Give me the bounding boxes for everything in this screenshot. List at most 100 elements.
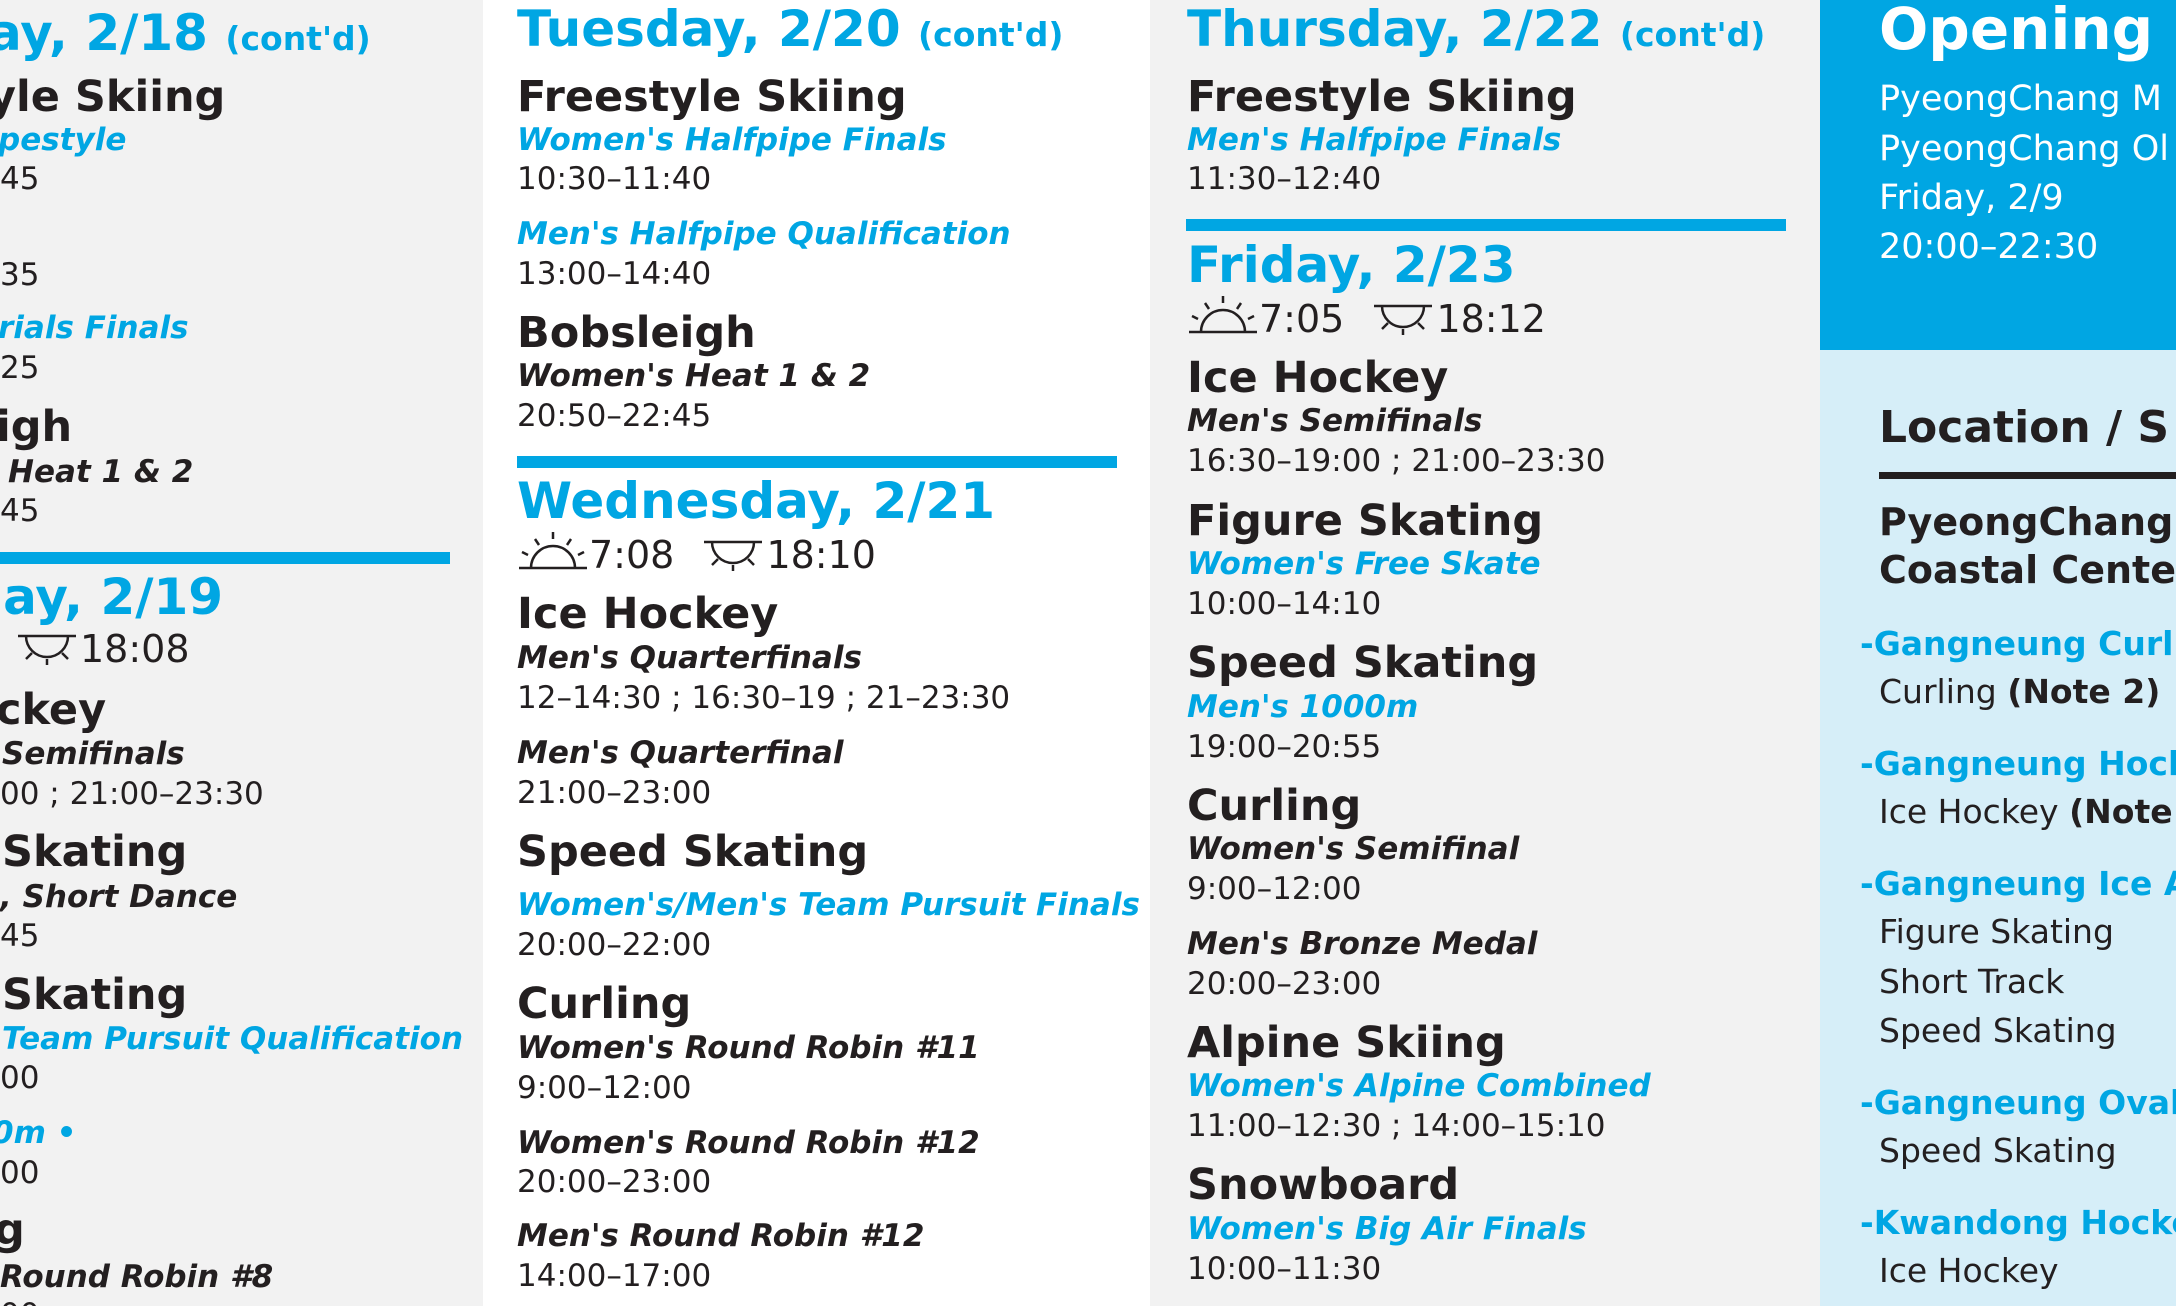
event-name: Team Pursuit Qualification — [2, 1021, 464, 1057]
venue-name: -Gangneung Curli — [1860, 624, 2176, 663]
cluster-name: PyeongChang — [1879, 500, 2174, 544]
sport-snowboard: Snowboard — [1187, 1160, 1460, 1210]
event-time: 14:00–17:00 — [517, 1258, 712, 1294]
sunset-row: 18:08 — [14, 626, 190, 672]
event-name: Women's Free Skate — [1187, 546, 1541, 582]
event-name: Men's Semifinals — [1187, 403, 1483, 439]
event-name: 0m • — [0, 1115, 77, 1151]
venue-name: -Gangneung Hock — [1860, 744, 2176, 783]
event-time: 00 — [0, 1295, 39, 1306]
event-time: 00 — [0, 1060, 40, 1096]
opening-venue-line: PyeongChang Ol — [1879, 129, 2170, 169]
event-name: Semifinals — [2, 736, 185, 772]
sport-freestyle-skiing: Freestyle Skiing — [517, 72, 907, 122]
event-name: Women's Halfpipe Finals — [517, 122, 947, 158]
event-time: 35 — [0, 257, 40, 293]
event-time: 00 ; 21:00–23:30 — [0, 776, 264, 812]
event-time: 20:00–23:00 — [517, 1164, 712, 1200]
event-time: 45 — [0, 161, 40, 197]
sunset-icon — [704, 540, 763, 571]
sunset-icon — [1374, 304, 1433, 335]
event-name: Men's Quarterfinals — [517, 640, 862, 676]
sunrise-icon — [1189, 296, 1257, 334]
event-name: Women's Big Air Finals — [1187, 1211, 1587, 1247]
event-time: 10:00–14:10 — [1187, 586, 1382, 622]
venue-sport: Figure Skating — [1879, 912, 2114, 951]
opening-time: 20:00–22:30 — [1879, 227, 2099, 267]
venue-sport: Ice Hockey — [1879, 1251, 2059, 1290]
event-name: Men's 1000m — [1187, 689, 1419, 725]
event-name: Round Robin #8 — [0, 1259, 274, 1295]
schedule-column-tuesday-wednesday: Tuesday, 2/20 (cont'd) Freestyle Skiing … — [483, 0, 1150, 1306]
sunset-icon — [18, 634, 76, 665]
event-time: 9:00–12:00 — [517, 1070, 692, 1106]
event-time: 45 — [0, 918, 40, 954]
event-time: 45 — [0, 493, 40, 529]
sport-ice-hockey: Ice Hockey — [1187, 353, 1449, 403]
sport-curling: g — [0, 1205, 25, 1255]
day-heading-2-20: Tuesday, 2/20 (cont'd) — [517, 0, 1064, 58]
event-name: Men's Bronze Medal — [1187, 926, 1538, 962]
event-name: , Short Dance — [0, 879, 238, 915]
event-time: 16:30–19:00 ; 21:00–23:30 — [1187, 443, 1606, 479]
event-name: Men's Halfpipe Qualification — [517, 216, 1011, 252]
event-time: 21:00–23:00 — [517, 775, 712, 811]
schedule-column-thursday-friday: Thursday, 2/22 (cont'd) Freestyle Skiing… — [1150, 0, 1820, 1306]
location-section-heading: Location / S — [1879, 402, 2170, 453]
venue-sport: Curling (Note 2) — [1879, 672, 2161, 711]
day-divider — [0, 552, 450, 564]
venue-sport: Ice Hockey (Note 1 — [1879, 792, 2176, 831]
event-time: 20:50–22:45 — [517, 398, 712, 434]
event-name: Men's Halfpipe Finals — [1187, 122, 1562, 158]
day-heading-2-18: ay, 2/18 (cont'd) — [0, 4, 371, 62]
sport-speed-skating: Speed Skating — [1187, 638, 1539, 688]
event-name: Men's Quarterfinal — [517, 735, 844, 771]
event-name: rials Finals — [0, 310, 189, 346]
event-name: Men's Round Robin #12 — [517, 1218, 925, 1254]
opening-ceremony-title: Opening C — [1879, 0, 2176, 63]
section-rule — [1879, 472, 2176, 479]
venue-name: -Gangneung Oval — [1860, 1083, 2176, 1122]
sport-ice-hockey: ckey — [0, 685, 107, 735]
venue-name: -Gangneung Ice A — [1860, 864, 2176, 903]
event-time: 20:00–22:00 — [517, 927, 712, 963]
event-name: Women's Heat 1 & 2 — [517, 358, 871, 394]
event-time: 10:00–11:30 — [1187, 1251, 1382, 1287]
cluster-name: Coastal Center — [1879, 548, 2176, 592]
event-time: 20:00–23:00 — [1187, 966, 1382, 1002]
event-time: 11:00–12:30 ; 14:00–15:10 — [1187, 1108, 1606, 1144]
sunrise-sunset-row: 7:08 18:10 — [517, 530, 876, 578]
opening-venue-line: PyeongChang M — [1879, 79, 2162, 119]
sport-figure-skating: Skating — [2, 827, 188, 877]
sport-curling: Curling — [517, 979, 692, 1029]
day-heading-2-19: lay, 2/19 — [0, 568, 224, 626]
sunrise-sunset-row: 7:05 18:12 — [1187, 294, 1546, 342]
day-heading-2-23: Friday, 2/23 — [1187, 236, 1516, 294]
event-time: 10:30–11:40 — [517, 161, 712, 197]
event-time: 12–14:30 ; 16:30–19 ; 21–23:30 — [517, 680, 1011, 716]
opening-date: Friday, 2/9 — [1879, 178, 2064, 218]
opening-ceremony-box: Opening C PyeongChang M PyeongChang Ol F… — [1820, 0, 2176, 350]
event-name: Women's/Men's Team Pursuit Finals •• — [517, 887, 1140, 923]
schedule-column-sunday-monday: ay, 2/18 (cont'd) yle Skiing pestyle 45 … — [0, 0, 483, 1306]
event-time: 19:00–20:55 — [1187, 729, 1382, 765]
sport-bobsleigh: igh — [0, 402, 73, 452]
day-divider — [1186, 219, 1786, 231]
sport-bobsleigh: Bobsleigh — [517, 308, 756, 358]
venue-sport: Short Track — [1879, 962, 2065, 1001]
sport-alpine-skiing: Alpine Skiing — [1187, 1018, 1506, 1068]
event-time: 25 — [0, 350, 40, 386]
event-time: 13:00–14:40 — [517, 256, 712, 292]
day-divider — [517, 456, 1117, 468]
event-time: 9:00–12:00 — [1187, 871, 1362, 907]
sport-curling: Curling — [1187, 781, 1362, 831]
venue-sport: Speed Skating — [1879, 1011, 2117, 1050]
event-time: 00 — [0, 1155, 40, 1191]
sport-freestyle-skiing: yle Skiing — [0, 72, 226, 122]
day-heading-2-21: Wednesday, 2/21 — [517, 472, 996, 530]
venue-name: -Kwandong Hocke — [1860, 1203, 2176, 1242]
event-name: Women's Alpine Combined — [1187, 1068, 1651, 1104]
sport-speed-skating: Speed Skating — [517, 827, 869, 877]
sunrise-icon — [519, 532, 587, 570]
sport-figure-skating: Figure Skating — [1187, 496, 1544, 546]
